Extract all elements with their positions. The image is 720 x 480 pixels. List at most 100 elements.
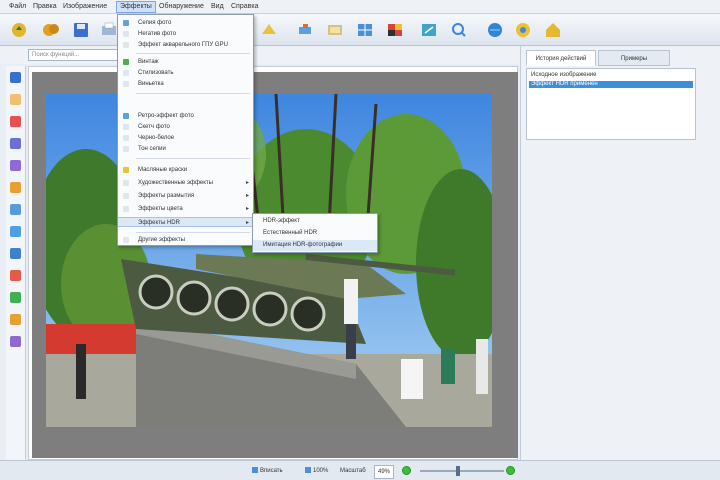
submenu-arrow-icon: ▸: [245, 193, 249, 199]
crop-tool-icon[interactable]: [10, 94, 21, 105]
redeye-tool-icon[interactable]: [10, 116, 21, 127]
menu-bar: Файл Правка Изображение Эффекты Обнаруже…: [0, 0, 720, 14]
menu-item-other[interactable]: Другие эффекты: [118, 235, 253, 245]
menu-item-sepia-tone[interactable]: Тон сепии: [118, 144, 253, 154]
vintage-icon: [123, 59, 129, 65]
menu-item-sketch[interactable]: Скетч фото: [118, 122, 253, 132]
menu-file[interactable]: Файл: [6, 2, 29, 12]
menu-separator: [136, 232, 250, 233]
photo-tank-monument: [46, 94, 492, 427]
negative-icon: [123, 31, 129, 37]
layers-tool-icon[interactable]: [10, 336, 21, 347]
search-row: Поиск функций...: [0, 46, 520, 64]
menu-item-hdr[interactable]: Эффекты HDR ▸: [118, 217, 253, 227]
tab-history[interactable]: История действий: [526, 50, 596, 66]
zoom-out-icon[interactable]: [402, 466, 411, 475]
color-tool-icon[interactable]: [10, 270, 21, 281]
watercolor-icon: [123, 42, 129, 48]
bw-icon: [123, 135, 129, 141]
stylize-icon: [123, 70, 129, 76]
fill-tool-icon[interactable]: [10, 182, 21, 193]
menu-help[interactable]: Справка: [228, 2, 261, 12]
menu-effects[interactable]: Эффекты: [116, 1, 156, 13]
adjust-icon[interactable]: [324, 20, 346, 40]
color-icon: [123, 206, 129, 212]
zoom-slider[interactable]: [420, 466, 504, 476]
retro-icon: [123, 113, 129, 119]
share-icon[interactable]: [512, 20, 534, 40]
menu-view[interactable]: Вид: [208, 2, 227, 12]
resize-icon[interactable]: [418, 20, 440, 40]
submenu-arrow-icon: ▸: [245, 220, 249, 226]
oil-paint-icon: [123, 167, 129, 173]
menu-separator: [136, 53, 250, 54]
text-tool-icon[interactable]: [10, 204, 21, 215]
menu-item-color[interactable]: Эффекты цвета ▸: [118, 204, 253, 214]
menu-separator: [136, 158, 250, 159]
menu-item-bw[interactable]: Черно-белое: [118, 133, 253, 143]
menu-item-stylize[interactable]: Стилизовать: [118, 68, 253, 78]
menu-item-vignette[interactable]: Виньетка: [118, 79, 253, 89]
menu-item-watercolor[interactable]: Эффект акварельного ГПУ GPU: [118, 40, 253, 50]
zoom-in-icon[interactable]: [506, 466, 515, 475]
grid-icon[interactable]: [354, 20, 376, 40]
effect-tool-icon[interactable]: [10, 314, 21, 325]
pointer-tool-icon[interactable]: [10, 72, 21, 83]
submenu-item-hdr-effect[interactable]: HDR-эффект: [253, 216, 377, 227]
search-input[interactable]: Поиск функций...: [28, 49, 118, 61]
tab-examples[interactable]: Примеры: [598, 50, 670, 66]
fit-label: Вписать: [260, 468, 283, 474]
history-item-selected[interactable]: Эффект HDR применен: [529, 81, 693, 88]
palette-icon[interactable]: [384, 20, 406, 40]
rotate-icon[interactable]: [294, 20, 316, 40]
toolbar: [0, 14, 720, 46]
menu-detection[interactable]: Обнаружение: [156, 2, 207, 12]
zoom-value[interactable]: 49%: [374, 465, 395, 479]
web-icon[interactable]: [484, 20, 506, 40]
status-bar: Вписать 100% Масштаб 49%: [0, 460, 720, 480]
menu-item-oil-paint[interactable]: Масляные краски: [118, 165, 253, 175]
actual-size-button[interactable]: 100%: [305, 465, 328, 477]
effects-menu: Сепия фото Негатив фото Эффект акварельн…: [117, 14, 254, 246]
clone-tool-icon[interactable]: [10, 160, 21, 171]
blur-icon: [123, 193, 129, 199]
line-tool-icon[interactable]: [10, 248, 21, 259]
menu-image[interactable]: Изображение: [60, 2, 110, 12]
zoom-slider-thumb[interactable]: [456, 466, 460, 476]
menu-item-artistic[interactable]: Художественные эффекты ▸: [118, 178, 253, 188]
submenu-arrow-icon: ▸: [245, 206, 249, 212]
history-item[interactable]: Исходное изображение: [529, 72, 693, 79]
zoom-label: Масштаб: [340, 468, 366, 474]
hdr-submenu: HDR-эффект Естественный HDR Имитация HDR…: [252, 213, 378, 253]
zoom-icon[interactable]: [448, 20, 470, 40]
submenu-item-natural-hdr[interactable]: Естественный HDR: [253, 228, 377, 239]
menu-separator: [136, 93, 250, 94]
home-icon[interactable]: [542, 20, 564, 40]
batch-icon[interactable]: [40, 20, 62, 40]
art-icon: [123, 180, 129, 186]
menu-item-negative[interactable]: Негатив фото: [118, 29, 253, 39]
fit-button[interactable]: Вписать: [252, 465, 283, 477]
left-tool-strip: [6, 66, 26, 460]
save-icon[interactable]: [70, 20, 92, 40]
actual-size-icon: [305, 467, 311, 474]
open-icon[interactable]: [8, 20, 30, 40]
crop-icon[interactable]: [258, 20, 280, 40]
brush-tool-icon[interactable]: [10, 138, 21, 149]
vignette-icon: [123, 81, 129, 87]
menu-item-vintage[interactable]: Винтаж: [118, 57, 253, 67]
menu-item-retro[interactable]: Ретро-эффект фото: [118, 111, 253, 121]
history-list: Исходное изображение Эффект HDR применен: [526, 68, 696, 140]
submenu-item-hdr-imitation[interactable]: Имитация HDR-фотографии: [253, 240, 377, 251]
hdr-icon: [123, 220, 129, 226]
sepia-icon: [123, 20, 129, 26]
fit-icon: [252, 467, 258, 474]
menu-edit[interactable]: Правка: [30, 2, 60, 12]
sketch-icon: [123, 124, 129, 130]
frame-tool-icon[interactable]: [10, 292, 21, 303]
shape-tool-icon[interactable]: [10, 226, 21, 237]
actual-size-label: 100%: [313, 468, 329, 474]
menu-item-sepia[interactable]: Сепия фото: [118, 18, 253, 28]
other-icon: [123, 237, 129, 243]
menu-item-blur[interactable]: Эффекты размытия ▸: [118, 191, 253, 201]
